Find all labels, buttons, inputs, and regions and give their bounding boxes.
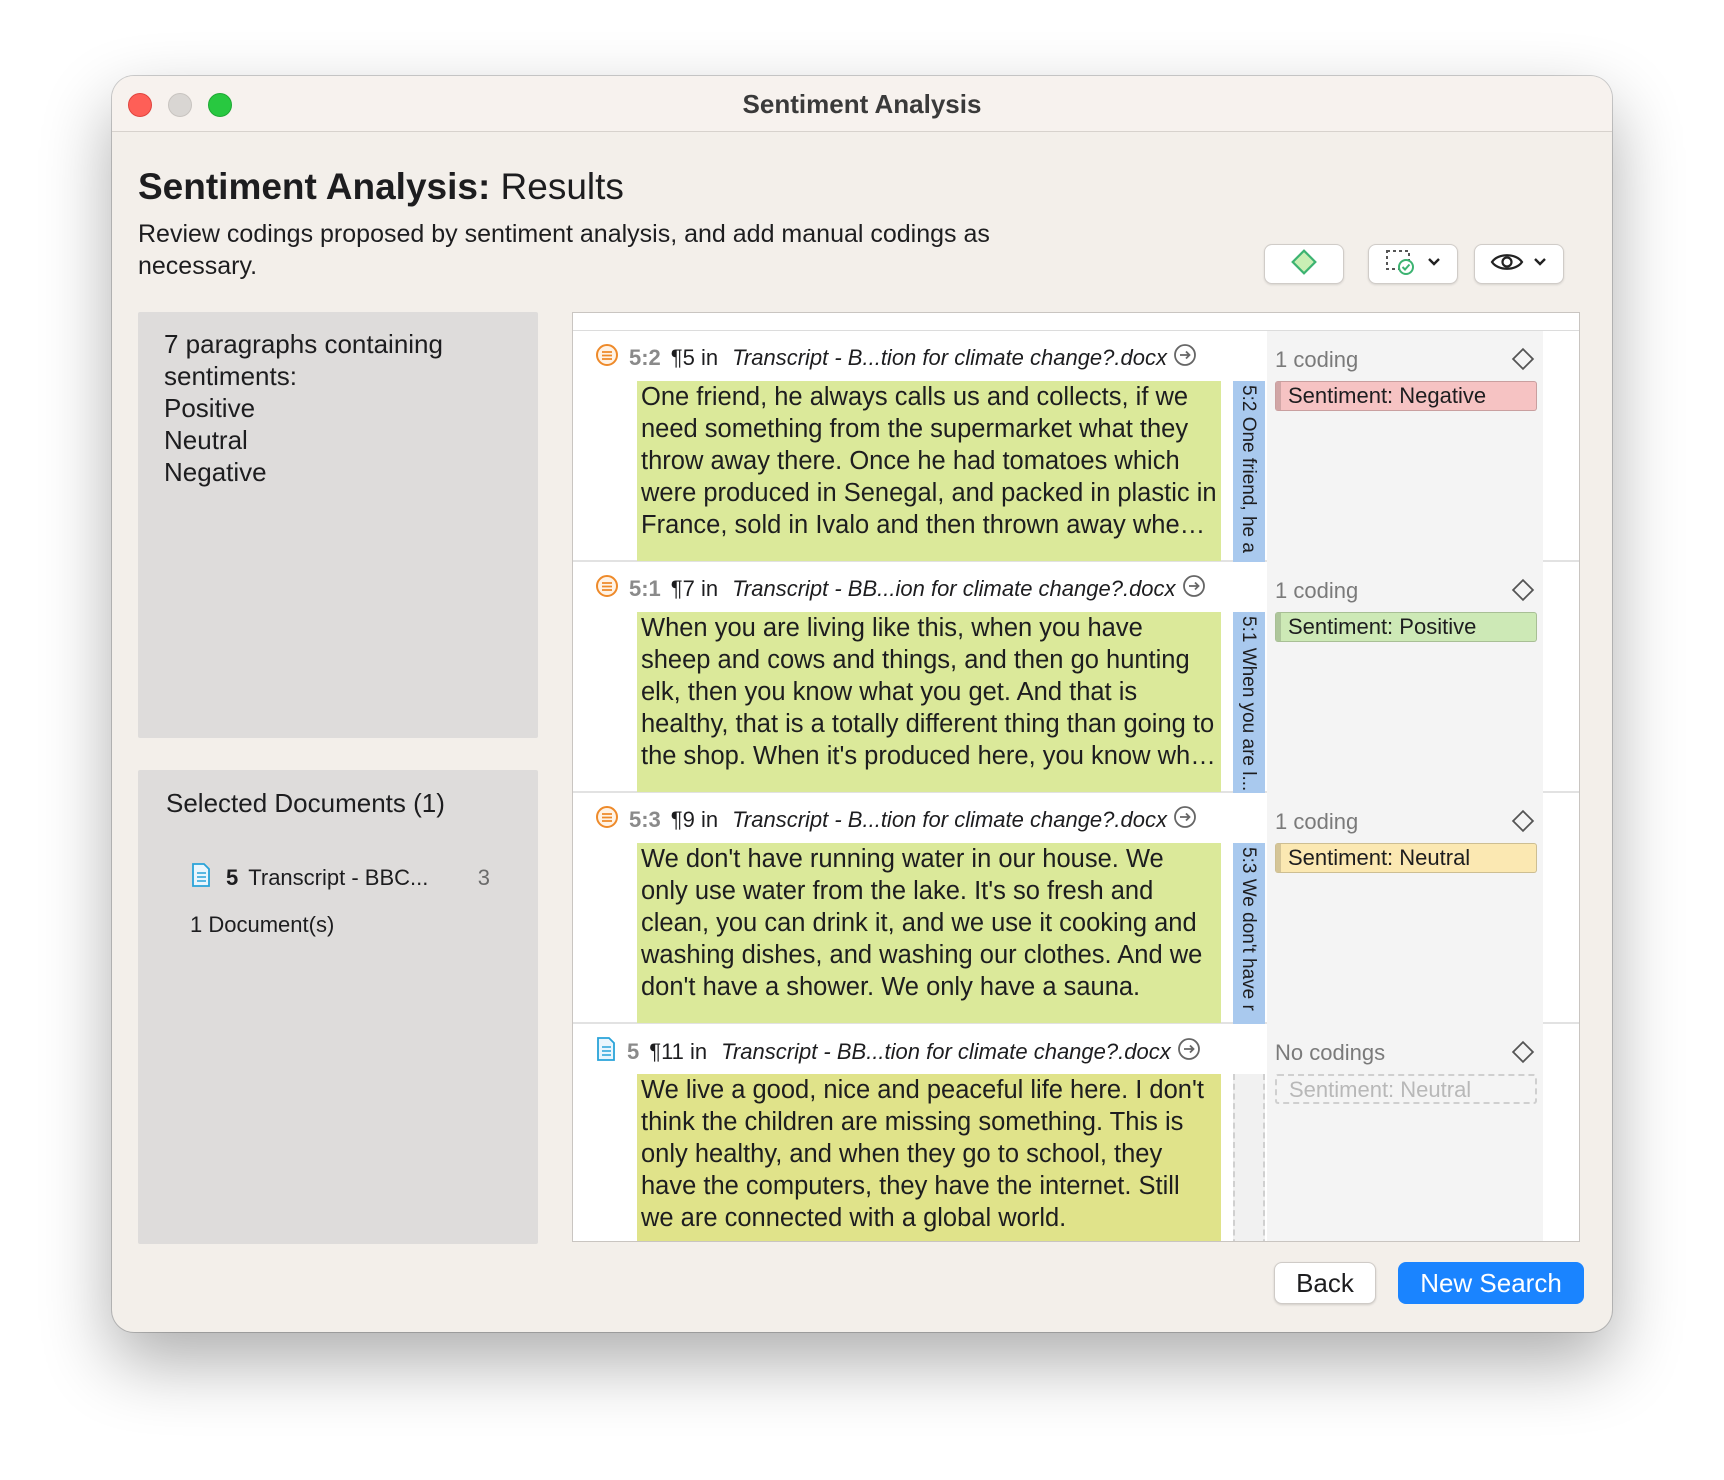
- view-options-button[interactable]: [1474, 244, 1564, 284]
- page-title: Sentiment Analysis: Results: [138, 166, 624, 208]
- coding-panel: 1 coding Sentiment: Neutral: [1267, 793, 1543, 1024]
- summary-panel: 7 paragraphs containing sentiments: Posi…: [138, 312, 538, 738]
- chevron-down-icon: [1532, 255, 1548, 273]
- document-icon: [595, 1036, 617, 1068]
- quotation-text[interactable]: We don't have running water in our house…: [637, 843, 1221, 1023]
- quotation-icon: [595, 343, 619, 373]
- margin-quotation-label: 5:3 We don't have r: [1238, 847, 1259, 1011]
- margin-quotation-label: 5:1 When you are l...: [1238, 616, 1259, 792]
- document-name: Transcript - BBC...: [248, 865, 429, 890]
- result-row[interactable]: 5:2 ¶5 in Transcript - B...tion for clim…: [573, 331, 1579, 562]
- code-chip-placeholder[interactable]: Sentiment: Neutral: [1275, 1074, 1537, 1104]
- document-quotation-count: 3: [477, 865, 490, 890]
- go-to-document-icon[interactable]: [1173, 805, 1197, 835]
- chevron-down-icon: [1426, 255, 1442, 273]
- go-to-document-icon[interactable]: [1177, 1037, 1201, 1067]
- document-total: 1 Document(s): [190, 912, 335, 937]
- margin-quotation-label: 5:2 One friend, he a: [1238, 385, 1259, 553]
- results-list: 5:2 ¶5 in Transcript - B...tion for clim…: [572, 312, 1580, 1242]
- coding-count: 1 coding: [1275, 347, 1359, 372]
- quotation-id: 5:3: [629, 807, 661, 832]
- margin-quotation-bar[interactable]: 5:2 One friend, he a: [1233, 381, 1265, 562]
- document-list-item[interactable]: 5 Transcript - BBC... 3: [190, 862, 490, 894]
- go-to-document-icon[interactable]: [1173, 343, 1197, 373]
- quotation-id: 5:1: [629, 576, 661, 601]
- summary-line: Neutral: [164, 425, 248, 455]
- diamond-code-icon: [1289, 247, 1319, 282]
- paragraph-ref: ¶5 in: [670, 345, 719, 370]
- page-title-bold: Sentiment Analysis:: [138, 166, 491, 207]
- result-row-header: 5 ¶11 in Transcript - BB...tion for clim…: [595, 1036, 1201, 1068]
- summary-line: 7 paragraphs containing: [164, 329, 443, 359]
- add-code-diamond-icon[interactable]: [1509, 576, 1537, 609]
- code-chip-neutral[interactable]: Sentiment: Neutral: [1275, 843, 1537, 873]
- coding-panel: No codings Sentiment: Neutral: [1267, 1024, 1543, 1241]
- coding-count: 1 coding: [1275, 809, 1359, 834]
- go-to-document-icon[interactable]: [1182, 574, 1206, 604]
- selection-menu-button[interactable]: [1368, 244, 1458, 284]
- coding-panel: 1 coding Sentiment: Negative: [1267, 331, 1543, 562]
- document-ref: Transcript - B...tion for climate change…: [732, 807, 1167, 832]
- coding-count: No codings: [1275, 1040, 1386, 1065]
- add-code-diamond-icon[interactable]: [1509, 807, 1537, 840]
- selected-documents-panel: Selected Documents (1) 5 Transcript - BB…: [138, 770, 538, 1244]
- quotation-text[interactable]: One friend, he always calls us and colle…: [637, 381, 1221, 561]
- paragraph-ref: ¶7 in: [670, 576, 719, 601]
- document-icon: [190, 862, 212, 894]
- result-row-header: 5:2 ¶5 in Transcript - B...tion for clim…: [595, 343, 1197, 373]
- selected-documents-title: Selected Documents (1): [166, 788, 445, 818]
- document-ref: Transcript - BB...ion for climate change…: [732, 576, 1176, 601]
- eye-icon: [1490, 250, 1524, 279]
- paragraph-ref: ¶9 in: [670, 807, 719, 832]
- new-search-button[interactable]: New Search: [1398, 1262, 1584, 1304]
- quotation-text[interactable]: When you are living like this, when you …: [637, 612, 1221, 792]
- document-id: 5: [627, 1039, 640, 1064]
- coding-count: 1 coding: [1275, 578, 1359, 603]
- summary-line: Negative: [164, 457, 267, 487]
- document-ref: Transcript - BB...tion for climate chang…: [721, 1039, 1171, 1064]
- back-button[interactable]: Back: [1274, 1262, 1376, 1304]
- code-chip-positive[interactable]: Sentiment: Positive: [1275, 612, 1537, 642]
- quotation-icon: [595, 574, 619, 604]
- margin-empty-slot: [1233, 1074, 1265, 1241]
- window-title: Sentiment Analysis: [742, 89, 982, 119]
- margin-quotation-bar[interactable]: 5:3 We don't have r: [1233, 843, 1265, 1024]
- add-code-diamond-icon[interactable]: [1509, 345, 1537, 378]
- result-row[interactable]: 5:1 ¶7 in Transcript - BB...ion for clim…: [573, 562, 1579, 793]
- result-row[interactable]: 5:3 ¶9 in Transcript - B...tion for clim…: [573, 793, 1579, 1024]
- sentiment-analysis-window: Sentiment Analysis Sentiment Analysis: R…: [112, 76, 1612, 1332]
- result-row[interactable]: 5 ¶11 in Transcript - BB...tion for clim…: [573, 1024, 1579, 1241]
- summary-line: sentiments:: [164, 361, 297, 391]
- paragraph-text[interactable]: We live a good, nice and peaceful life h…: [637, 1074, 1221, 1241]
- result-row-header: 5:3 ¶9 in Transcript - B...tion for clim…: [595, 805, 1197, 835]
- title-bar: Sentiment Analysis: [112, 76, 1612, 132]
- coding-panel: 1 coding Sentiment: Positive: [1267, 562, 1543, 793]
- document-ref: Transcript - B...tion for climate change…: [732, 345, 1167, 370]
- margin-quotation-bar[interactable]: 5:1 When you are l...: [1233, 612, 1265, 793]
- paragraph-ref: ¶11 in: [649, 1039, 708, 1064]
- page-title-rest: Results: [490, 166, 624, 207]
- selection-check-icon: [1384, 247, 1418, 282]
- quotation-id: 5:2: [629, 345, 661, 370]
- page-subtitle: Review codings proposed by sentiment ana…: [138, 220, 990, 280]
- result-row-header: 5:1 ¶7 in Transcript - BB...ion for clim…: [595, 574, 1206, 604]
- quotation-icon: [595, 805, 619, 835]
- apply-code-button[interactable]: [1264, 244, 1344, 284]
- document-number: 5: [226, 865, 239, 890]
- code-chip-negative[interactable]: Sentiment: Negative: [1275, 381, 1537, 411]
- summary-line: Positive: [164, 393, 256, 423]
- add-code-diamond-icon[interactable]: [1509, 1038, 1537, 1071]
